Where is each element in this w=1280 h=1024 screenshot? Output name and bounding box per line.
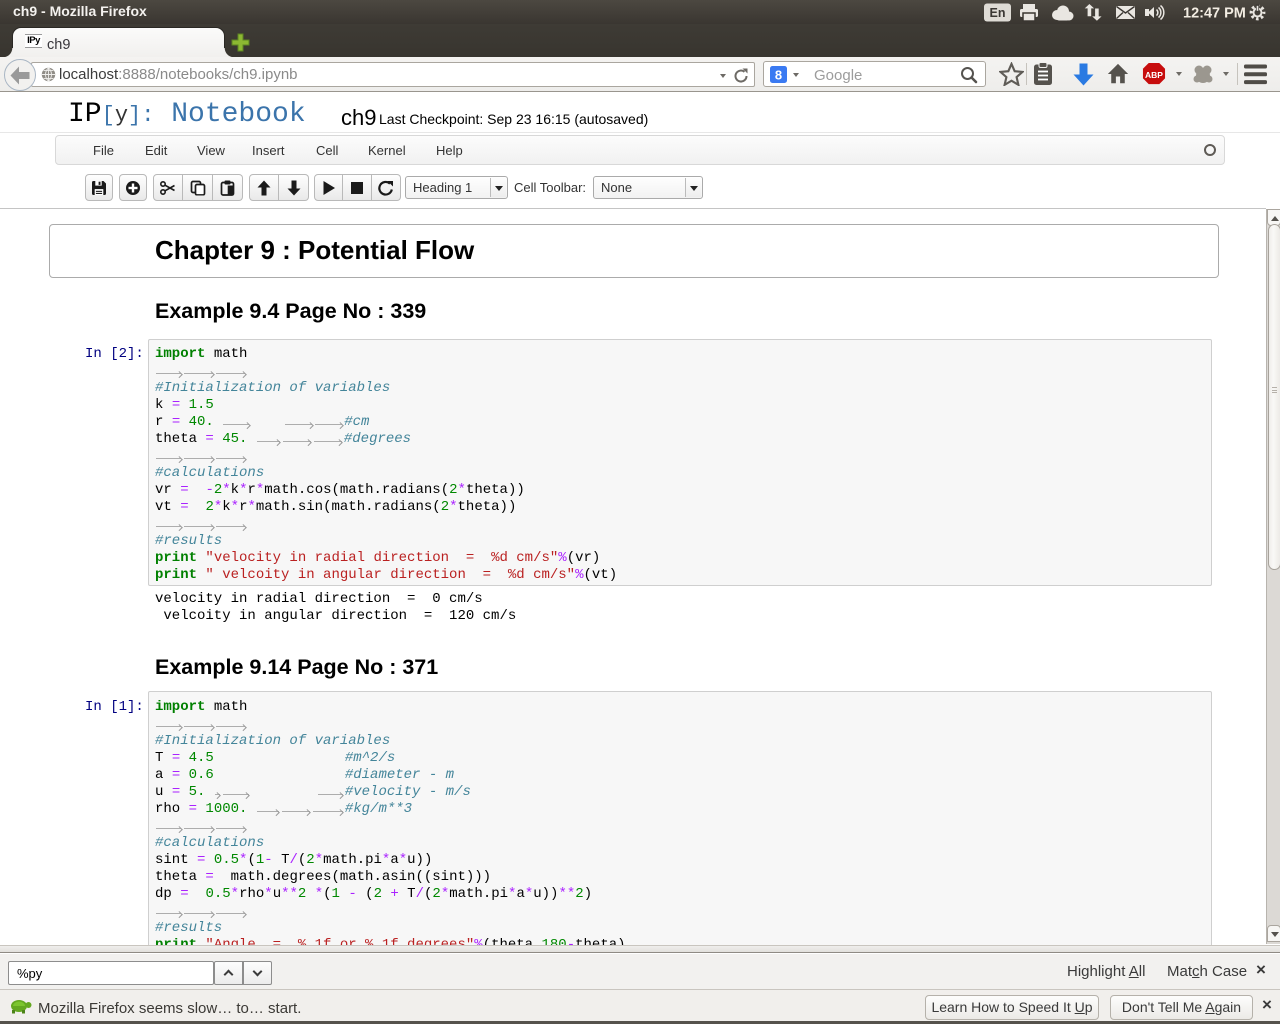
svg-text:12:47 PM: 12:47 PM xyxy=(1183,6,1246,22)
svg-text:ABP: ABP xyxy=(1145,70,1163,80)
svg-text:8: 8 xyxy=(775,68,782,83)
svg-text:En: En xyxy=(990,6,1006,20)
